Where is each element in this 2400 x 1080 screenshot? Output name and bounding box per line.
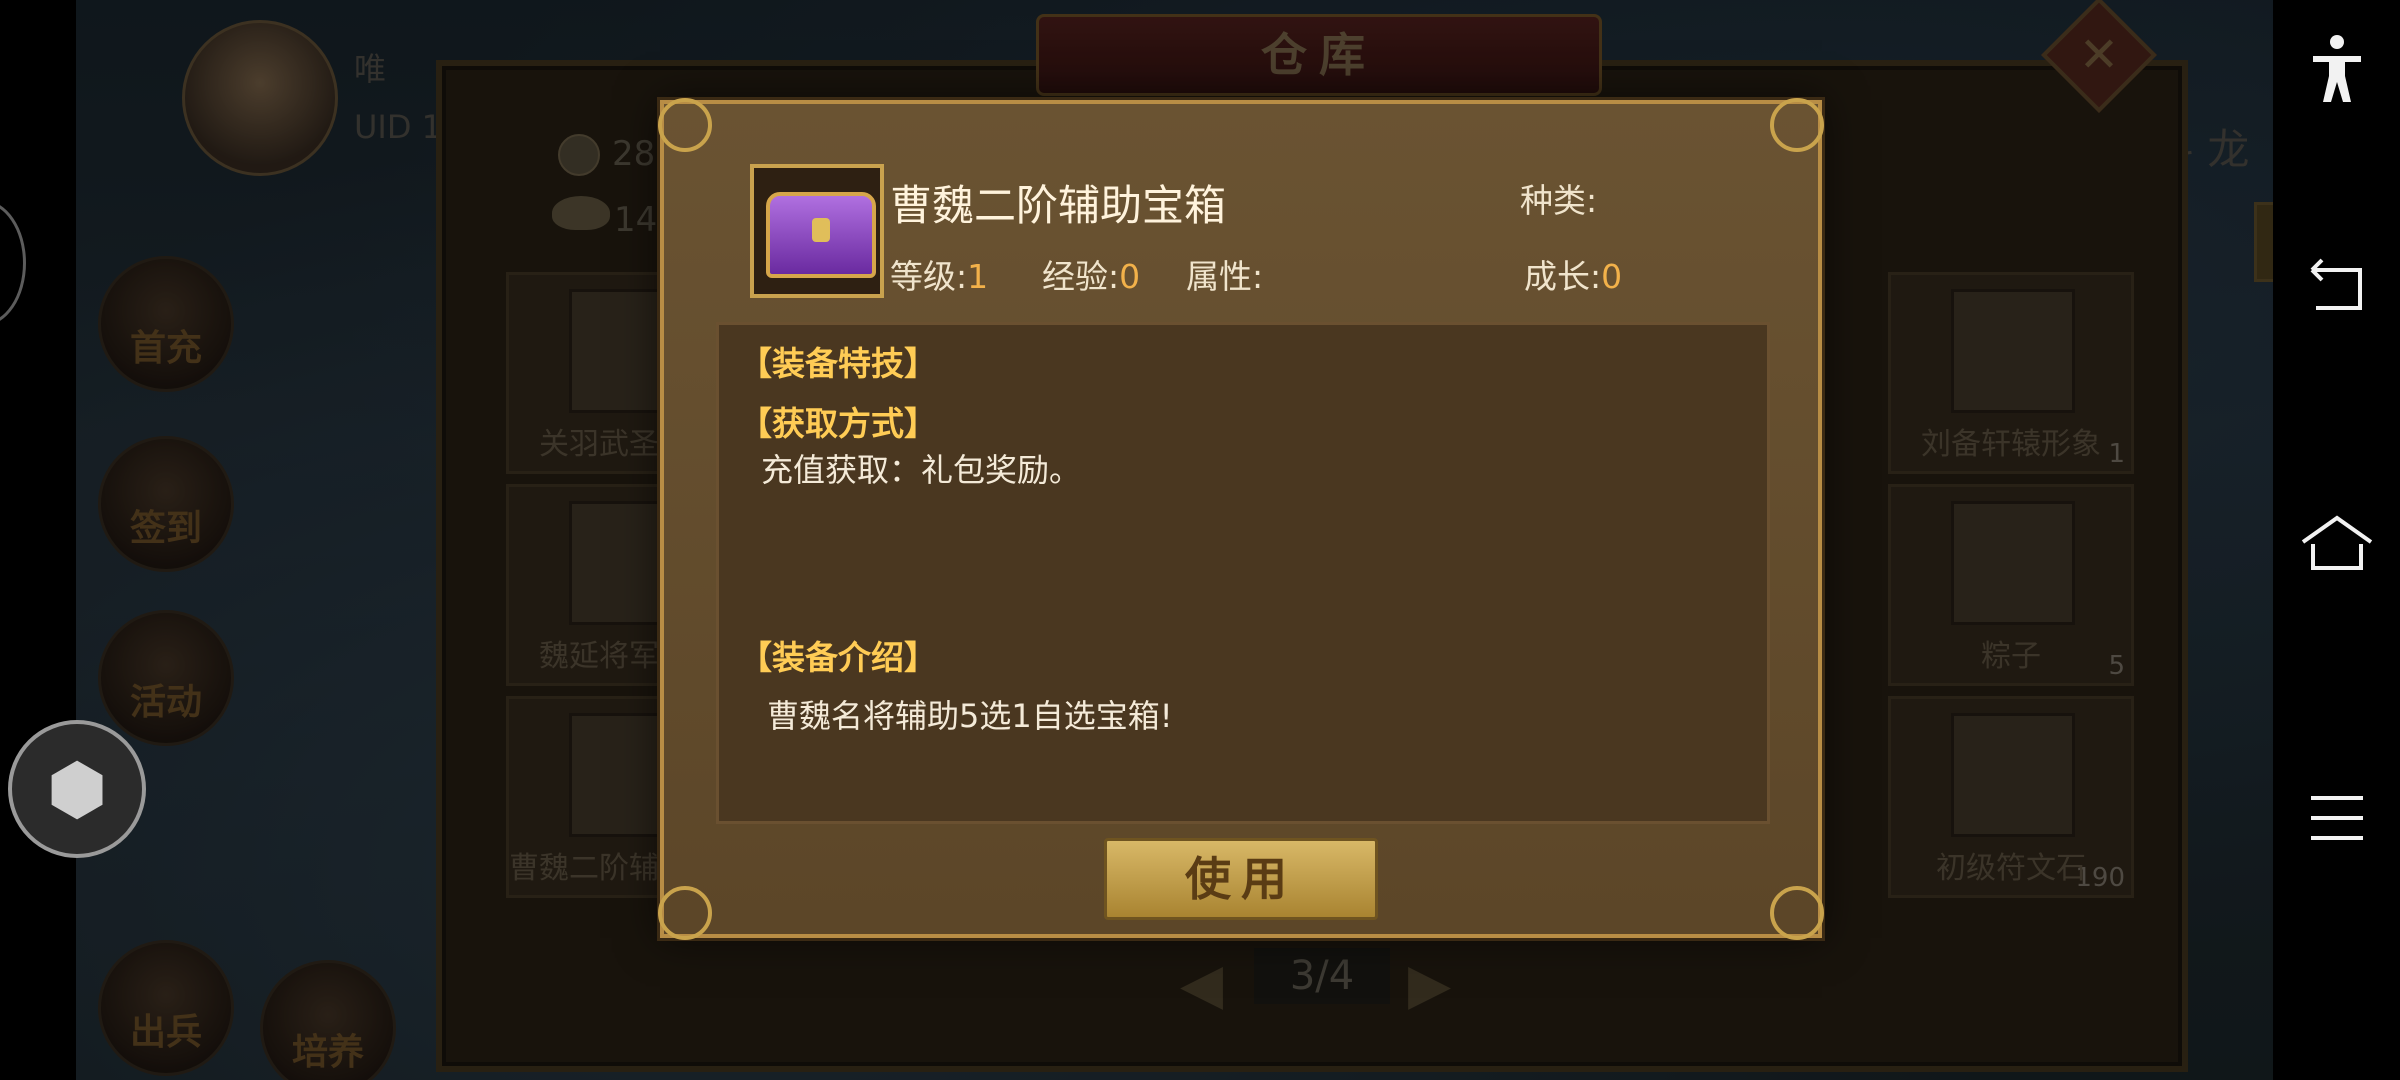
system-navigation-bar	[2274, 0, 2400, 1080]
exp-label: 经验:	[1042, 257, 1120, 296]
item-icon	[750, 164, 884, 298]
corner-ornament	[1770, 886, 1824, 940]
corner-ornament	[658, 98, 712, 152]
attr-label: 属性:	[1186, 257, 1264, 296]
exp-stat: 经验:0	[1042, 250, 1140, 298]
level-value: 1	[967, 257, 989, 296]
level-stat: 等级:1	[890, 250, 988, 298]
use-button[interactable]: 使用	[1104, 838, 1378, 920]
exp-value: 0	[1119, 257, 1141, 296]
chest-lock	[812, 218, 830, 242]
growth-value: 0	[1601, 257, 1623, 296]
edge-handle[interactable]	[0, 200, 26, 326]
obtain-method-text: 充值获取：礼包奖励。	[761, 451, 1082, 489]
intro-section-title: 【装备介绍】	[739, 638, 937, 677]
accessibility-icon[interactable]	[2274, 14, 2400, 124]
skill-section-title: 【装备特技】	[739, 344, 937, 383]
level-label: 等级:	[890, 257, 968, 296]
item-name: 曹魏二阶辅助宝箱	[890, 181, 1227, 230]
corner-ornament	[658, 886, 712, 940]
cube-icon[interactable]: ⬢	[8, 720, 146, 858]
intro-text: 曹魏名将辅助5选1自选宝箱!	[767, 697, 1173, 735]
growth-stat: 成长:0	[1524, 250, 1622, 298]
home-icon[interactable]	[2274, 488, 2400, 598]
growth-label: 成长:	[1524, 257, 1602, 296]
menu-icon[interactable]	[2274, 762, 2400, 872]
obtain-section-title: 【获取方式】	[739, 404, 937, 443]
kind-label: 种类:	[1520, 181, 1598, 220]
back-icon[interactable]	[2274, 230, 2400, 340]
corner-ornament	[1770, 98, 1824, 152]
treasure-chest-icon	[766, 192, 876, 278]
item-info-panel: 【装备特技】 【获取方式】 充值获取：礼包奖励。 【装备介绍】 曹魏名将辅助5选…	[716, 322, 1770, 824]
item-detail-dialog: 曹魏二阶辅助宝箱 种类: 等级:1 经验:0 属性: 成长:0 【装备特技】 【…	[658, 98, 1824, 940]
